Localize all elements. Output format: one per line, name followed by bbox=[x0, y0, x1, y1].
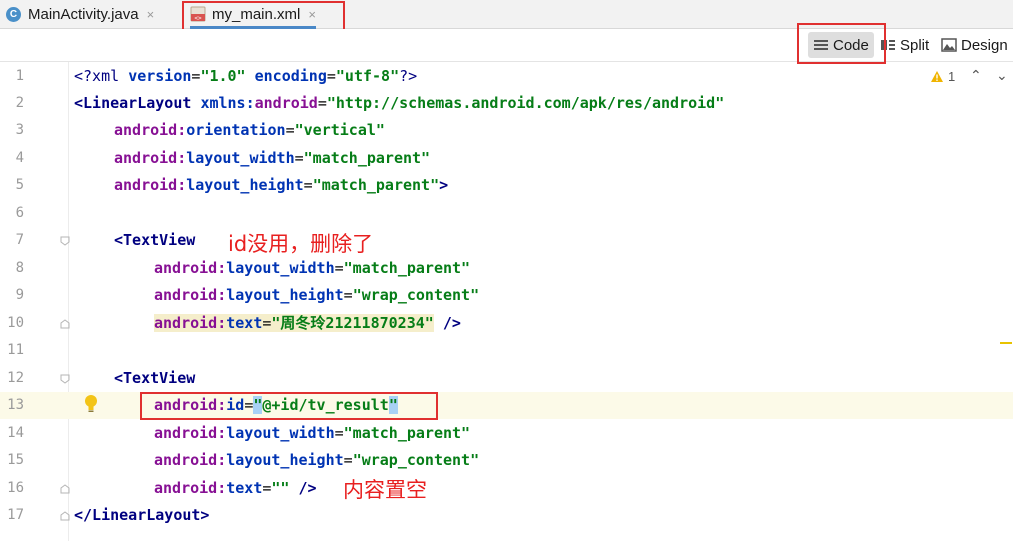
annotation-id-unused: id没用，删除了 bbox=[228, 232, 374, 256]
code-line-16[interactable]: 16 android:text="" /> bbox=[0, 475, 1013, 502]
fold-end-icon[interactable] bbox=[60, 319, 70, 329]
code-line-10[interactable]: 10 android:text="周冬玲21211870234" /> bbox=[0, 310, 1013, 337]
code-line-17[interactable]: 17 </LinearLayout> bbox=[0, 502, 1013, 529]
split-view-button[interactable]: Split bbox=[880, 32, 929, 58]
code-line-4[interactable]: 4 android:layout_width="match_parent" bbox=[0, 145, 1013, 172]
code-line-7[interactable]: 7 <TextView bbox=[0, 227, 1013, 254]
annotation-content-empty: 内容置空 bbox=[343, 478, 427, 502]
fold-end-icon[interactable] bbox=[60, 511, 70, 521]
lightbulb-icon[interactable] bbox=[84, 394, 98, 414]
code-line-1[interactable]: 1 <?xml version="1.0" encoding="utf-8"?> bbox=[0, 63, 1013, 90]
highlight-box-code-button bbox=[797, 23, 886, 64]
java-class-icon: C bbox=[6, 6, 21, 22]
code-line-8[interactable]: 8 android:layout_width="match_parent" bbox=[0, 255, 1013, 282]
fold-end-icon[interactable] bbox=[60, 484, 70, 494]
code-line-3[interactable]: 3 android:orientation="vertical" bbox=[0, 117, 1013, 144]
close-icon[interactable]: × bbox=[147, 7, 155, 22]
code-line-2[interactable]: 2 <LinearLayout xmlns:android="http://sc… bbox=[0, 90, 1013, 117]
code-line-9[interactable]: 9 android:layout_height="wrap_content" bbox=[0, 282, 1013, 309]
code-line-14[interactable]: 14 android:layout_width="match_parent" bbox=[0, 420, 1013, 447]
design-view-button[interactable]: Design bbox=[941, 32, 1008, 58]
code-line-12[interactable]: 12 <TextView bbox=[0, 365, 1013, 392]
fold-icon[interactable] bbox=[60, 236, 70, 246]
scrollbar-marker[interactable] bbox=[1000, 342, 1012, 344]
code-line-5[interactable]: 5 android:layout_height="match_parent"> bbox=[0, 172, 1013, 199]
highlight-box-id-line bbox=[140, 392, 438, 420]
tab-main-activity[interactable]: C MainActivity.java × bbox=[6, 0, 154, 28]
code-line-15[interactable]: 15 android:layout_height="wrap_content" bbox=[0, 447, 1013, 474]
tab-label: MainActivity.java bbox=[28, 5, 139, 23]
code-line-11[interactable]: 11 bbox=[0, 337, 1013, 364]
image-icon bbox=[941, 38, 957, 52]
fold-icon[interactable] bbox=[60, 374, 70, 384]
code-line-6[interactable]: 6 bbox=[0, 200, 1013, 227]
